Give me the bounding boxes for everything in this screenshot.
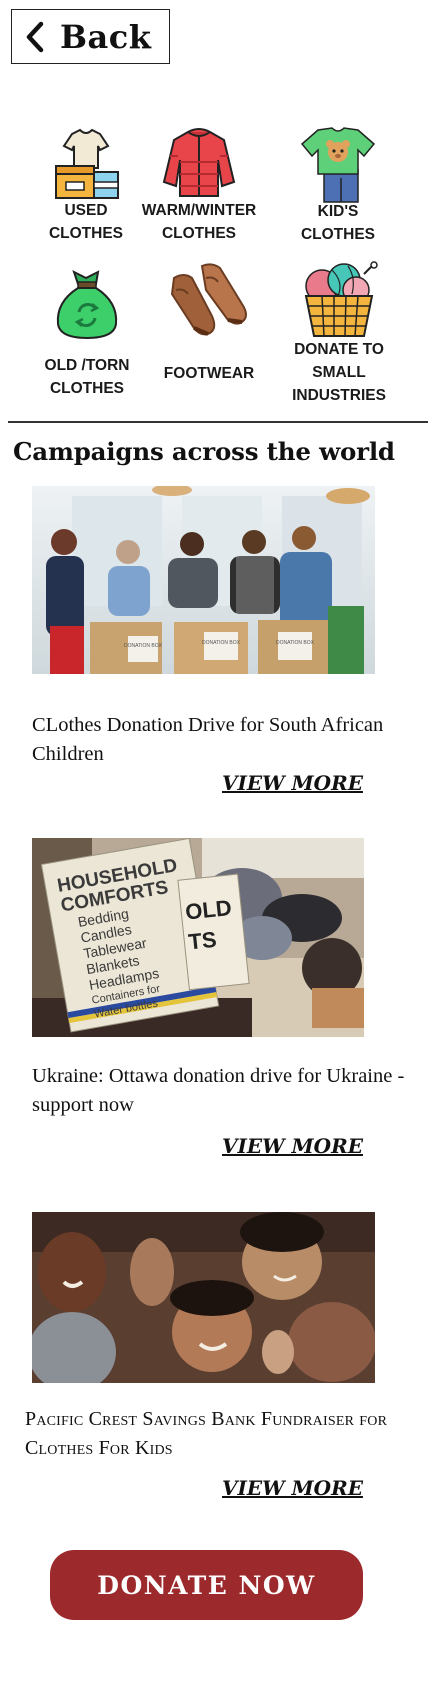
chevron-left-icon xyxy=(26,21,44,52)
category-warm-winter-clothes[interactable]: WARM/WINTER CLOTHES xyxy=(128,126,270,245)
category-donate-small-industries[interactable]: DONATE TO SMALL INDUSTRIES xyxy=(274,260,404,407)
winter-jacket-icon xyxy=(162,128,236,197)
category-label: KID'S CLOTHES xyxy=(300,203,376,243)
category-label: OLD /TORN CLOTHES xyxy=(44,357,130,397)
kids-clothes-icon xyxy=(300,127,376,203)
category-label: DONATE TO SMALL INDUSTRIES xyxy=(292,341,386,404)
box-label: DONATION BOX xyxy=(124,643,163,649)
category-old-torn-clothes[interactable]: OLD /TORN CLOTHES xyxy=(34,268,140,400)
campaign-title: Pacific Crest Savings Bank Fundraiser fo… xyxy=(25,1408,388,1459)
category-kids-clothes[interactable]: KID'S CLOTHES xyxy=(278,126,398,246)
divider xyxy=(8,421,428,423)
sign-partial: OLD xyxy=(184,895,233,925)
campaign-photo-kids xyxy=(32,1212,375,1383)
category-used-clothes[interactable]: USED CLOTHES xyxy=(36,128,136,245)
section-title: Campaigns across the world xyxy=(13,437,395,466)
view-more-link[interactable]: VIEW MORE xyxy=(222,1476,363,1500)
recycle-bag-icon xyxy=(56,270,118,340)
category-label: FOOTWEAR xyxy=(163,365,255,382)
campaign-photo-donation-drive: DONATION BOX DONATION BOX DONATION BOX xyxy=(32,486,375,674)
view-more-link[interactable]: VIEW MORE xyxy=(222,771,363,795)
donate-now-button[interactable]: DONATE NOW xyxy=(50,1550,363,1620)
campaign-title: CLothes Donation Drive for South African… xyxy=(32,714,384,765)
view-more-link[interactable]: VIEW MORE xyxy=(222,1134,363,1158)
sign-partial: TS xyxy=(187,927,218,955)
category-label: WARM/WINTER CLOTHES xyxy=(141,202,257,242)
category-footwear[interactable]: FOOTWEAR xyxy=(154,260,264,385)
box-label: DONATION BOX xyxy=(202,640,241,646)
yarn-basket-icon xyxy=(304,261,378,337)
shoes-icon xyxy=(170,263,247,336)
back-button[interactable]: Back xyxy=(11,9,170,64)
category-label: USED CLOTHES xyxy=(48,202,124,242)
box-label: DONATION BOX xyxy=(276,640,315,646)
campaign-title: Ukraine: Ottawa donation drive for Ukrai… xyxy=(32,1065,405,1116)
back-label: Back xyxy=(60,17,152,56)
used-clothes-icon xyxy=(55,128,119,199)
campaign-photo-ottawa-drive: HOUSEHOLD COMFORTS Bedding Candles Table… xyxy=(32,838,364,1037)
